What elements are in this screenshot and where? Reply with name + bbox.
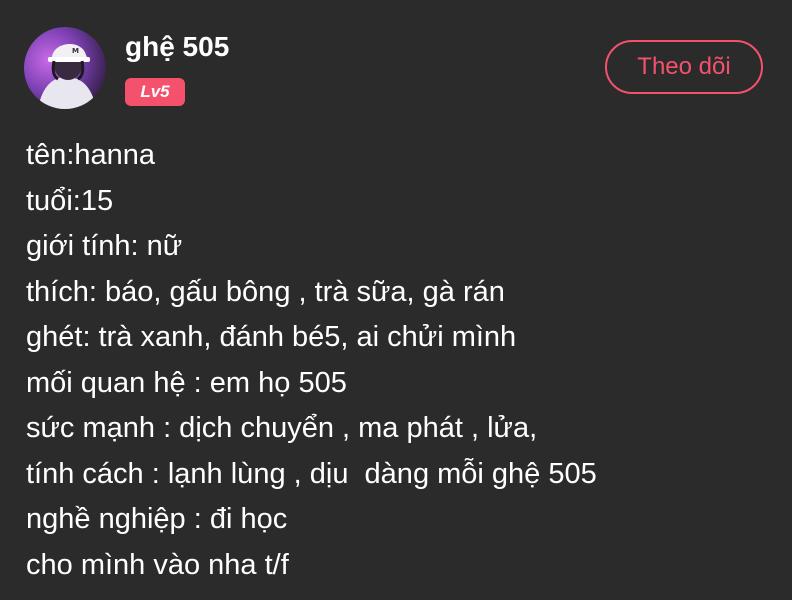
bio-line: tính cách : lạnh lùng , dịu dàng mỗi ghệ… — [26, 457, 597, 490]
bio-line: ghét: trà xanh, đánh bé5, ai chửi mình — [26, 321, 517, 353]
bio-line: tên:hanna — [26, 139, 156, 171]
avatar[interactable]: M — [24, 27, 106, 109]
svg-text:M: M — [72, 47, 79, 55]
level-badge: Lv5 — [125, 78, 185, 106]
bio-text: tên:hanna tuổi:15 giới tính: nữ thích: b… — [26, 133, 776, 588]
bio-line: nghề nghiệp : đi học — [26, 503, 288, 535]
bio-line: sức mạnh : dịch chuyển , ma phát , lửa, — [26, 412, 538, 444]
bio-line: thích: báo, gấu bông , trà sữa, gà rán — [26, 275, 505, 308]
username: ghệ 505 — [125, 31, 230, 62]
avatar-image: M — [24, 27, 106, 109]
bio-line: tuổi:15 — [26, 184, 114, 217]
profile-header: M ghệ 505 Lv5 Theo dõi — [0, 0, 792, 120]
bio-line: cho mình vào nha t/f — [26, 548, 289, 581]
bio-line: giới tính: nữ — [26, 230, 183, 262]
bio-line: mối quan hệ : em họ 505 — [26, 366, 347, 399]
follow-button[interactable]: Theo dõi — [605, 40, 763, 94]
